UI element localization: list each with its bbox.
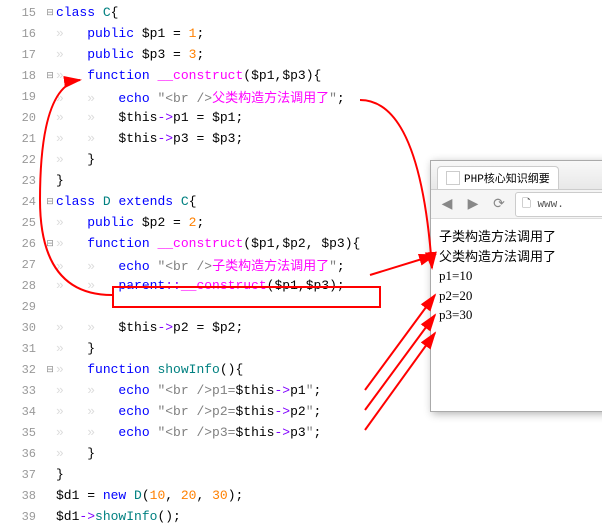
- output-line: 子类构造方法调用了: [439, 227, 602, 247]
- code-content: }: [56, 467, 64, 482]
- forward-button[interactable]: ▶: [463, 194, 483, 214]
- reload-button[interactable]: ⟳: [489, 194, 509, 214]
- code-content: » }: [56, 152, 95, 167]
- line-number: 26: [0, 237, 44, 251]
- code-content: » » echo "<br />p1=$this->p1";: [56, 383, 321, 398]
- line-number: 20: [0, 111, 44, 125]
- line-number: 34: [0, 405, 44, 419]
- line-number: 25: [0, 216, 44, 230]
- browser-tab[interactable]: PHP核心知识纲要: [437, 166, 559, 189]
- code-content: » function __construct($p1,$p2, $p3){: [56, 236, 360, 251]
- code-content: }: [56, 173, 64, 188]
- fold-icon[interactable]: ⊟: [44, 365, 56, 375]
- line-number: 36: [0, 447, 44, 461]
- code-line[interactable]: 36 » }: [0, 443, 602, 464]
- browser-toolbar: ◀ ▶ ⟳ 🗋 www.: [431, 190, 602, 219]
- code-content: » » $this->p1 = $p1;: [56, 110, 243, 125]
- code-content: » }: [56, 341, 95, 356]
- browser-content: 子类构造方法调用了父类构造方法调用了p1=10p2=20p3=30: [431, 219, 602, 333]
- favicon-icon: [446, 171, 460, 185]
- code-content: » » $this->p3 = $p3;: [56, 131, 243, 146]
- url-input[interactable]: 🗋 www.: [515, 192, 602, 217]
- code-line[interactable]: 16 » public $p1 = 1;: [0, 23, 602, 44]
- output-line: p1=10: [439, 266, 602, 286]
- line-number: 24: [0, 195, 44, 209]
- code-line[interactable]: 20 » » $this->p1 = $p1;: [0, 107, 602, 128]
- code-content: » function __construct($p1,$p3){: [56, 68, 321, 83]
- line-number: 15: [0, 6, 44, 20]
- browser-tabbar: PHP核心知识纲要: [431, 161, 602, 190]
- code-content: » public $p1 = 1;: [56, 26, 204, 41]
- code-content: $d1->showInfo();: [56, 509, 181, 524]
- fold-icon[interactable]: ⊟: [44, 239, 56, 249]
- line-number: 29: [0, 300, 44, 314]
- code-content: » public $p2 = 2;: [56, 215, 204, 230]
- tab-title: PHP核心知识纲要: [464, 170, 550, 186]
- line-number: 17: [0, 48, 44, 62]
- code-line[interactable]: 39 $d1->showInfo();: [0, 506, 602, 527]
- line-number: 19: [0, 90, 44, 104]
- code-content: $d1 = new D(10, 20, 30);: [56, 488, 243, 503]
- output-line: p3=30: [439, 305, 602, 325]
- code-content: » » echo "<br />子类构造方法调用了";: [56, 255, 345, 274]
- code-line[interactable]: 15⊟class C{: [0, 2, 602, 23]
- line-number: 32: [0, 363, 44, 377]
- line-number: 31: [0, 342, 44, 356]
- code-content: » » parent::__construct($p1,$p3);: [56, 278, 345, 293]
- code-content: class C{: [56, 5, 118, 20]
- line-number: 28: [0, 279, 44, 293]
- code-content: » » echo "<br />父类构造方法调用了";: [56, 87, 345, 106]
- line-number: 22: [0, 153, 44, 167]
- line-number: 30: [0, 321, 44, 335]
- code-content: » function showInfo(){: [56, 362, 243, 377]
- code-line[interactable]: 19 » » echo "<br />父类构造方法调用了";: [0, 86, 602, 107]
- file-icon: 🗋: [522, 199, 537, 211]
- line-number: 23: [0, 174, 44, 188]
- code-line[interactable]: 18⊟» function __construct($p1,$p3){: [0, 65, 602, 86]
- back-button[interactable]: ◀: [437, 194, 457, 214]
- code-line[interactable]: 21 » » $this->p3 = $p3;: [0, 128, 602, 149]
- output-line: 父类构造方法调用了: [439, 247, 602, 267]
- fold-icon[interactable]: ⊟: [44, 71, 56, 81]
- code-line[interactable]: 38 $d1 = new D(10, 20, 30);: [0, 485, 602, 506]
- line-number: 37: [0, 468, 44, 482]
- fold-icon[interactable]: ⊟: [44, 8, 56, 18]
- line-number: 27: [0, 258, 44, 272]
- line-number: 16: [0, 27, 44, 41]
- fold-icon[interactable]: ⊟: [44, 197, 56, 207]
- code-line[interactable]: 17 » public $p3 = 3;: [0, 44, 602, 65]
- code-content: » » $this->p2 = $p2;: [56, 320, 243, 335]
- line-number: 38: [0, 489, 44, 503]
- code-content: » » echo "<br />p3=$this->p3";: [56, 425, 321, 440]
- output-line: p2=20: [439, 286, 602, 306]
- browser-window: PHP核心知识纲要 ◀ ▶ ⟳ 🗋 www. 子类构造方法调用了父类构造方法调用…: [430, 160, 602, 412]
- line-number: 35: [0, 426, 44, 440]
- code-content: » public $p3 = 3;: [56, 47, 204, 62]
- line-number: 21: [0, 132, 44, 146]
- code-line[interactable]: 35 » » echo "<br />p3=$this->p3";: [0, 422, 602, 443]
- line-number: 18: [0, 69, 44, 83]
- code-content: » }: [56, 446, 95, 461]
- code-content: class D extends C{: [56, 194, 197, 209]
- code-content: » » echo "<br />p2=$this->p2";: [56, 404, 321, 419]
- line-number: 39: [0, 510, 44, 524]
- code-line[interactable]: 37}: [0, 464, 602, 485]
- line-number: 33: [0, 384, 44, 398]
